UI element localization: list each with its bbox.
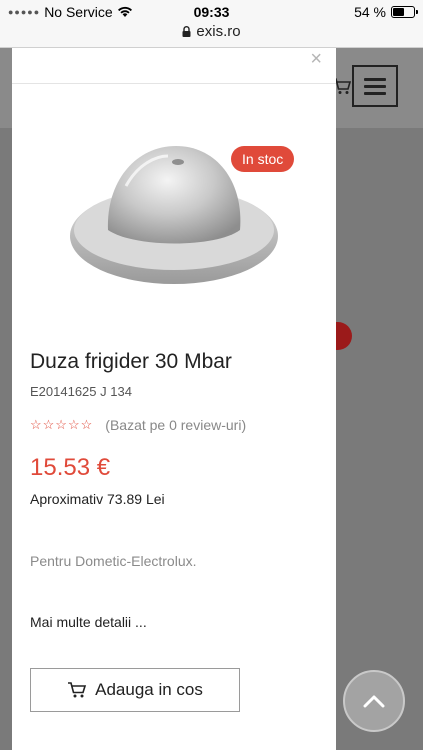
battery-status: 54 % [354,4,418,20]
browser-status-bar: ●●●●● No Service 09:33 54 % exis.ro [0,0,423,48]
url-text: exis.ro [196,23,241,40]
product-sku: E20141625 J 134 [30,384,132,399]
cart-icon [68,682,87,698]
product-title: Duza frigider 30 Mbar [30,350,232,373]
product-price: 15.53 € [30,454,111,481]
chevron-up-icon [363,695,385,708]
menu-icon[interactable] [352,65,398,107]
scroll-top-button[interactable] [343,670,405,732]
battery-icon [391,6,418,18]
review-count: (Bazat pe 0 review-uri) [105,417,247,433]
product-description: Pentru Dometic-Electrolux. [30,553,197,569]
rating-row: ☆☆☆☆☆ (Bazat pe 0 review-uri) [30,417,246,433]
add-to-cart-label: Adauga in cos [95,680,203,699]
address-bar[interactable]: exis.ro [0,23,423,40]
rating-stars[interactable]: ☆☆☆☆☆ [30,417,93,433]
close-icon[interactable]: × [310,49,322,69]
lock-icon [182,26,191,37]
product-quickview-modal: × In stoc Duza frigider 30 Mbar E2014162… [12,48,336,750]
more-details-link[interactable]: Mai multe detalii ... [30,614,147,630]
stock-badge: In stoc [231,146,295,172]
battery-level [393,8,404,16]
battery-percent: 54 % [354,4,386,20]
add-to-cart-button[interactable]: Adauga in cos [30,668,240,712]
modal-header: × [12,48,336,84]
approx-price: Aproximativ 73.89 Lei [30,491,165,507]
